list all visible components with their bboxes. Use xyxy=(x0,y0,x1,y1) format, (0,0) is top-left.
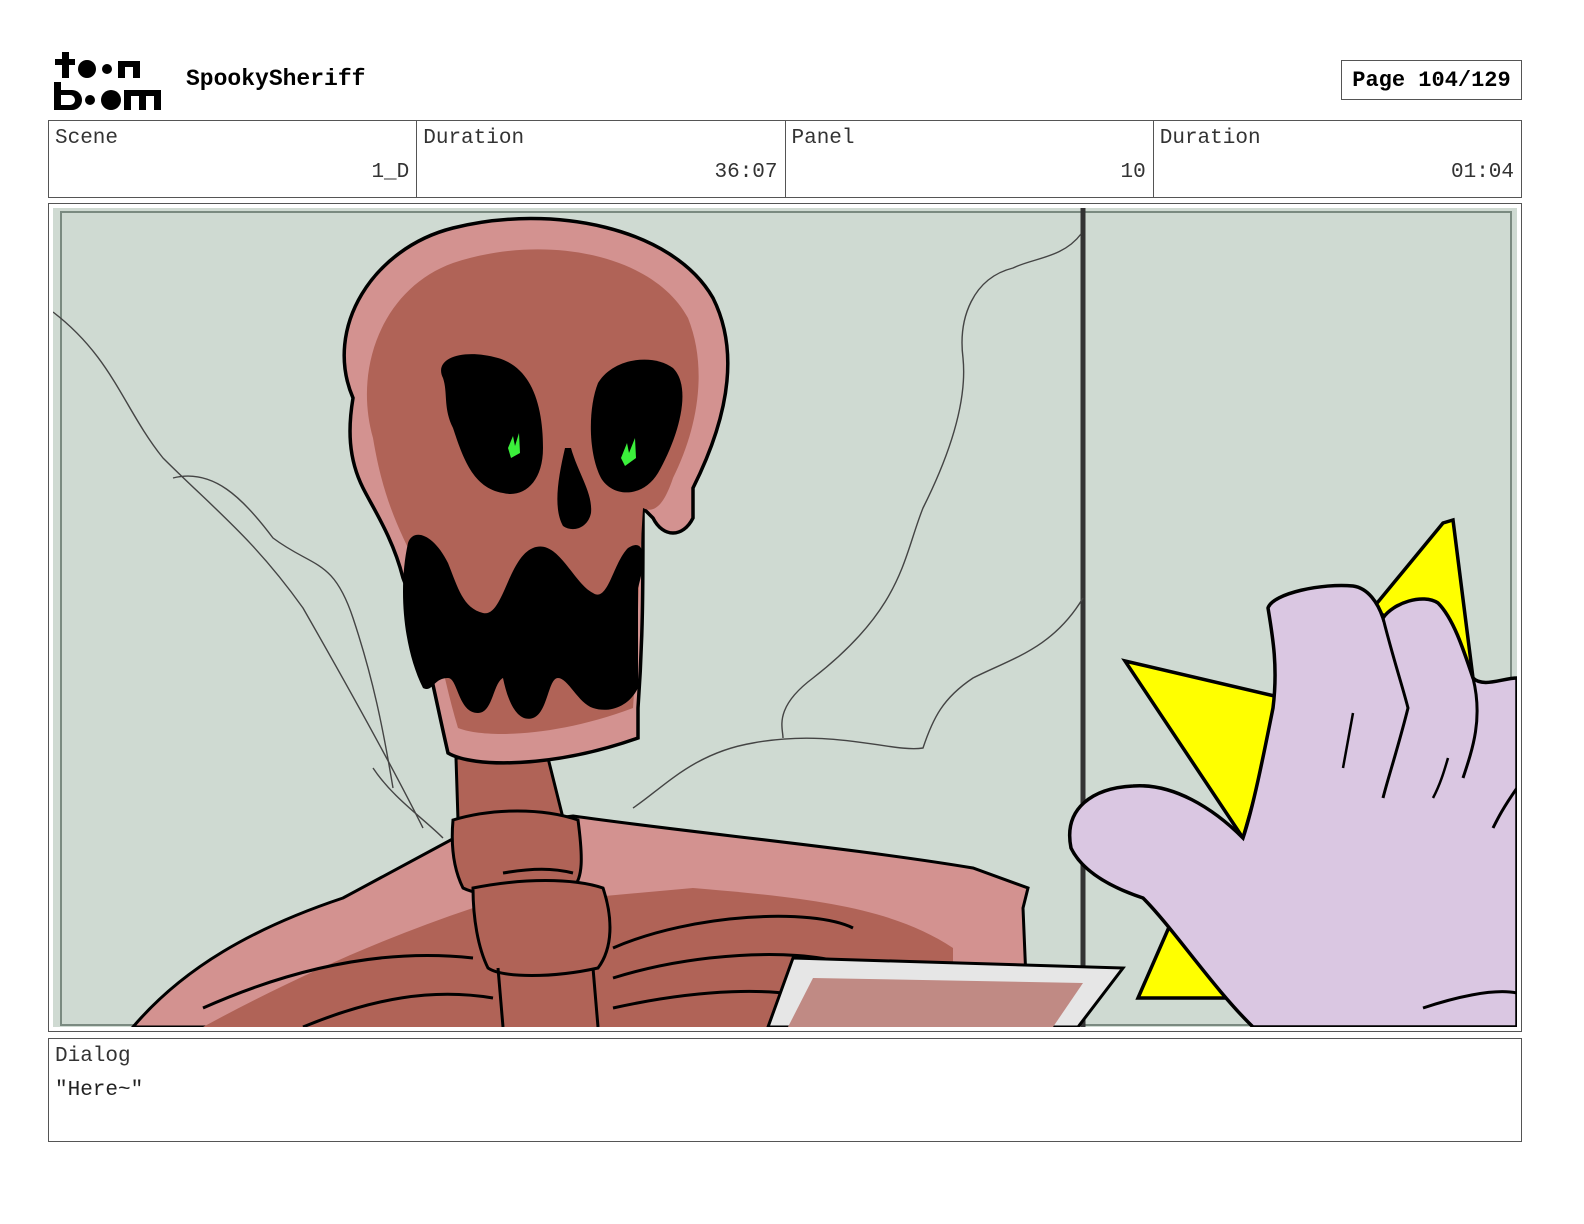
panel-label: Panel xyxy=(791,127,855,150)
scene-cell: Scene 1_D xyxy=(49,121,418,197)
storyboard-panel xyxy=(48,203,1522,1032)
scene-duration-value: 36:07 xyxy=(714,161,778,184)
dialog-box: Dialog "Here~" xyxy=(48,1038,1522,1142)
page-number: Page 104/129 xyxy=(1341,60,1522,100)
panel-value: 10 xyxy=(1120,161,1146,184)
scene-label: Scene xyxy=(55,127,119,150)
panel-artwork xyxy=(53,208,1517,1027)
panel-cell: Panel 10 xyxy=(786,121,1154,197)
panel-info-table: Scene 1_D Duration 36:07 Panel 10 Durati… xyxy=(48,120,1522,198)
panel-duration-value: 01:04 xyxy=(1450,161,1514,184)
scene-value: 1_D xyxy=(371,161,410,184)
project-title: SpookySheriff xyxy=(186,66,366,92)
toon-boom-logo xyxy=(54,52,161,110)
dialog-label: Dialog xyxy=(55,1045,131,1068)
scene-duration-cell: Duration 36:07 xyxy=(417,121,786,197)
scene-duration-label: Duration xyxy=(423,127,525,150)
paper-card xyxy=(766,956,1126,1027)
panel-duration-cell: Duration 01:04 xyxy=(1154,121,1521,197)
panel-duration-label: Duration xyxy=(1159,127,1261,150)
dialog-text: "Here~" xyxy=(55,1079,144,1102)
